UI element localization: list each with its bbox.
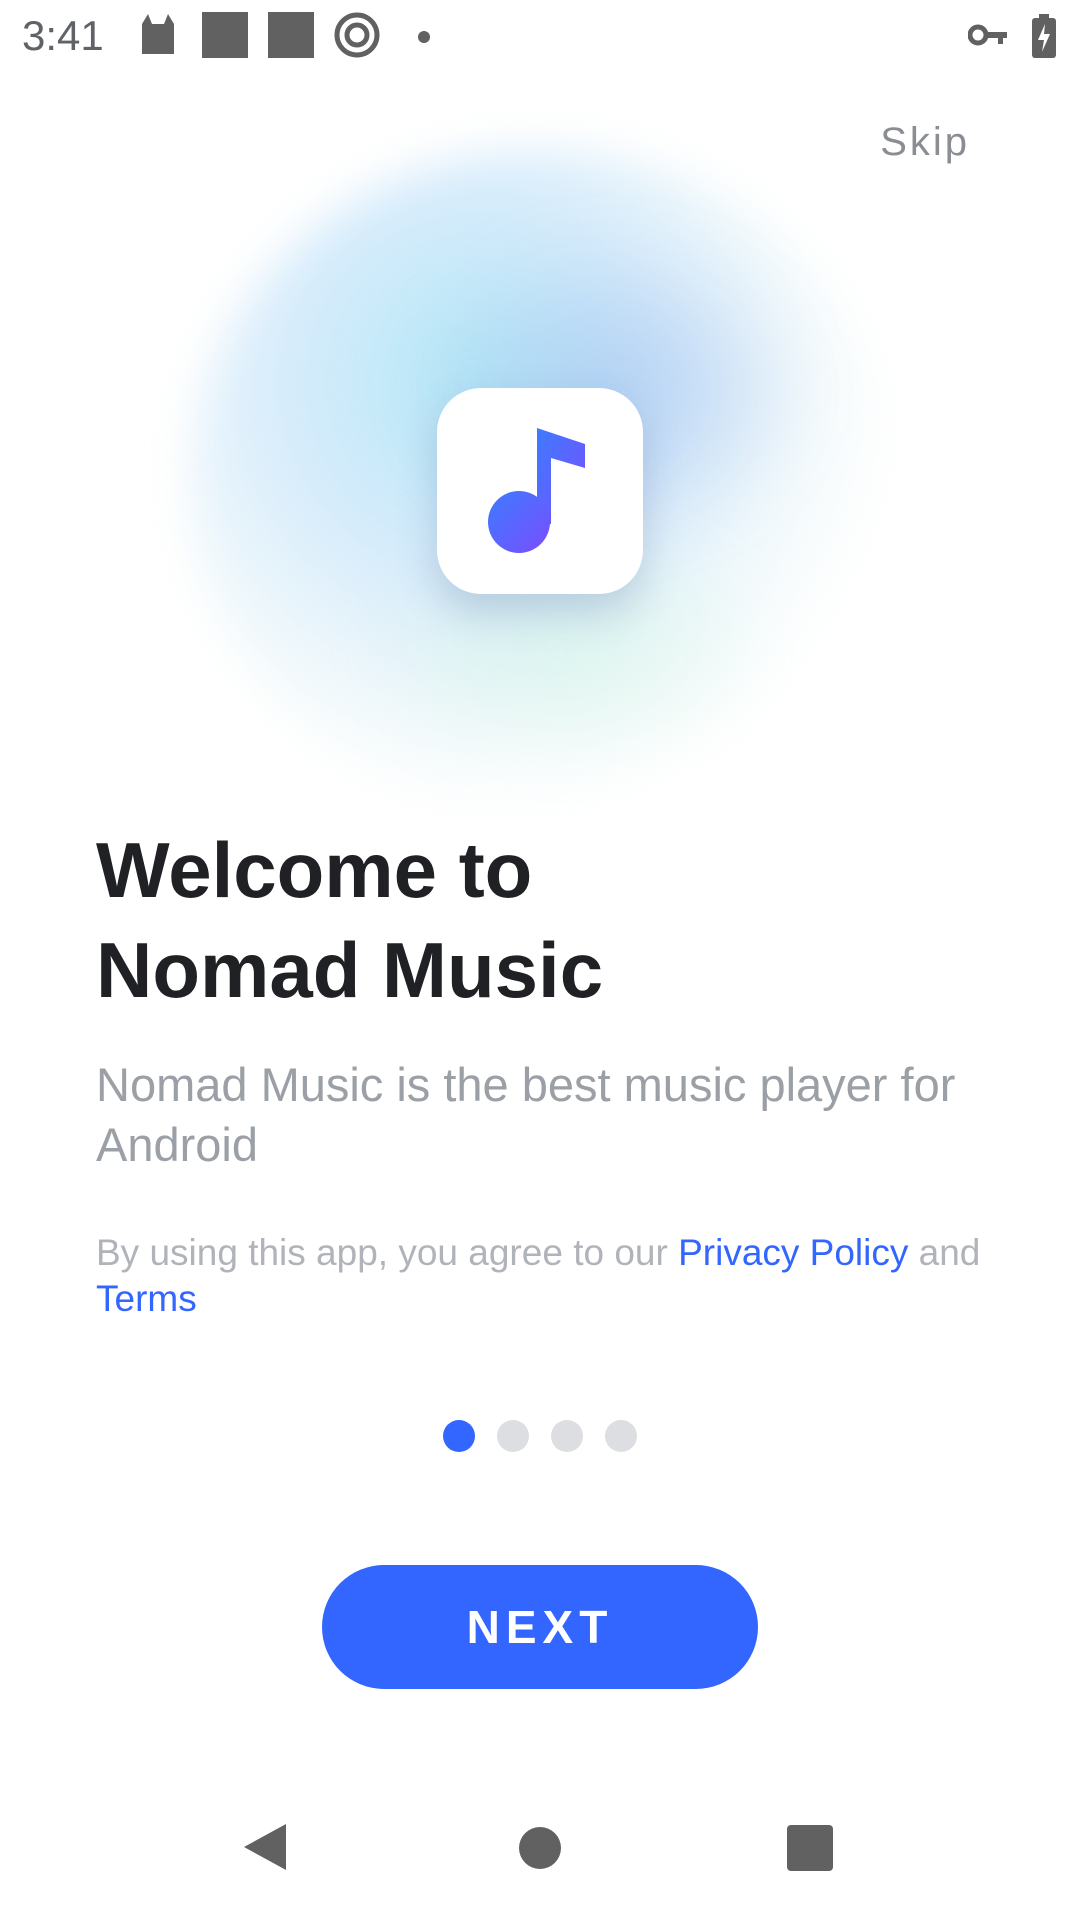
- battery-charging-icon: [1032, 14, 1056, 63]
- legal-middle: and: [908, 1232, 981, 1273]
- vpn-key-icon: [967, 22, 1008, 53]
- status-bar: 3:41: [0, 0, 1080, 74]
- page-dot-2[interactable]: [497, 1420, 529, 1452]
- skip-button[interactable]: Skip: [880, 120, 970, 165]
- page-dot-4[interactable]: [605, 1420, 637, 1452]
- spiral-icon: [334, 12, 380, 63]
- page-dot-3[interactable]: [551, 1420, 583, 1452]
- page-dot-1[interactable]: [443, 1420, 475, 1452]
- home-icon[interactable]: [519, 1827, 561, 1869]
- title-line-2: Nomad Music: [96, 926, 604, 1014]
- notification-dot-icon: [418, 31, 430, 43]
- music-note-icon: [485, 424, 595, 559]
- next-button[interactable]: NEXT: [322, 1565, 758, 1689]
- recents-icon[interactable]: [787, 1825, 833, 1871]
- page-title: Welcome to Nomad Music: [96, 820, 996, 1020]
- legal-notice: By using this app, you agree to our Priv…: [96, 1230, 996, 1322]
- legal-prefix: By using this app, you agree to our: [96, 1232, 679, 1273]
- page-indicator: [443, 1420, 637, 1452]
- privacy-policy-link[interactable]: Privacy Policy: [678, 1232, 908, 1273]
- square-icon: [268, 12, 314, 58]
- back-icon[interactable]: [242, 1822, 288, 1877]
- title-line-1: Welcome to: [96, 826, 533, 914]
- terms-link[interactable]: Terms: [96, 1278, 197, 1319]
- subtitle: Nomad Music is the best music player for…: [96, 1058, 956, 1171]
- cat-icon: [138, 12, 178, 61]
- status-time: 3:41: [22, 12, 104, 59]
- app-logo: [437, 388, 643, 594]
- square-icon: [202, 12, 248, 58]
